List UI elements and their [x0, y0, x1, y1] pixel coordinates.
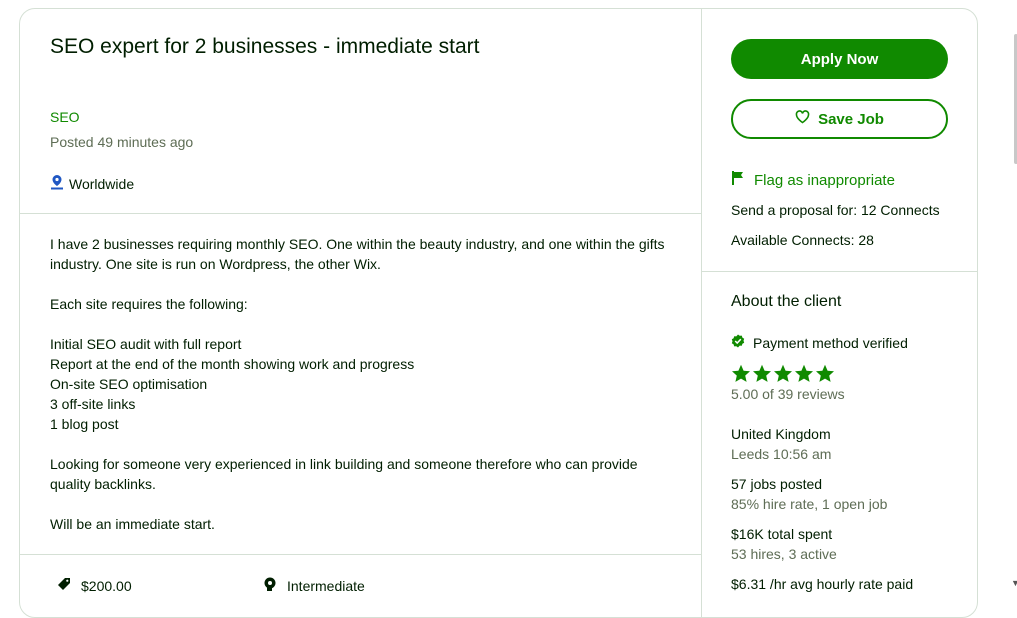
star-icon	[795, 364, 813, 382]
star-icon	[732, 364, 750, 382]
hire-rate: 85% hire rate, 1 open job	[731, 496, 888, 512]
job-sidebar: Apply Now Save Job Flag as inappropriate…	[702, 9, 977, 617]
avg-hourly-rate: $6.31 /hr avg hourly rate paid	[731, 576, 914, 592]
flag-label: Flag as inappropriate	[754, 171, 895, 189]
description-line: 3 off-site links	[50, 396, 136, 412]
job-details-card: SEO expert for 2 businesses - immediate …	[19, 8, 978, 618]
description-line: On-site SEO optimisation	[50, 376, 208, 392]
experience-item: Intermediate	[262, 576, 365, 595]
flag-icon	[731, 170, 745, 190]
description-line: Each site requires the following:	[50, 296, 248, 312]
budget-item: $200.00	[56, 576, 132, 595]
budget-value: $200.00	[81, 577, 132, 594]
job-title: SEO expert for 2 businesses - immediate …	[50, 35, 480, 58]
section-divider	[20, 554, 701, 555]
payment-verified-label: Payment method verified	[753, 334, 908, 351]
save-job-label: Save Job	[818, 110, 884, 128]
client-city-time: Leeds 10:56 am	[731, 446, 832, 462]
location-pin-icon	[50, 174, 64, 193]
about-client-heading: About the client	[731, 293, 842, 310]
total-spent: $16K total spent	[731, 526, 833, 542]
description-line: Looking for someone very experienced in …	[50, 456, 638, 492]
description-line: Report at the end of the month showing w…	[50, 356, 415, 372]
payment-verified: Payment method verified	[731, 334, 908, 351]
scroll-down-arrow-icon[interactable]: ▼	[1011, 578, 1017, 588]
description-line: 1 blog post	[50, 416, 119, 432]
location-label: Worldwide	[69, 175, 135, 192]
verified-badge-icon	[731, 334, 745, 351]
jobs-posted: 57 jobs posted	[731, 476, 823, 492]
description-line: I have 2 businesses requiring monthly SE…	[50, 236, 665, 272]
job-location: Worldwide	[50, 174, 134, 193]
reviews-summary: 5.00 of 39 reviews	[731, 386, 845, 402]
save-job-button[interactable]: Save Job	[731, 99, 948, 139]
posted-time: Posted 49 minutes ago	[50, 134, 194, 150]
star-icon	[753, 364, 771, 382]
job-description: I have 2 businesses requiring monthly SE…	[50, 234, 675, 534]
section-divider	[20, 213, 701, 214]
price-tag-icon	[56, 576, 72, 595]
available-connects: Available Connects: 28	[731, 232, 874, 248]
apply-now-button[interactable]: Apply Now	[731, 39, 948, 79]
job-main-column: SEO expert for 2 businesses - immediate …	[20, 9, 702, 617]
star-icon	[816, 364, 834, 382]
experience-brain-icon	[262, 576, 278, 595]
flag-inappropriate-link[interactable]: Flag as inappropriate	[731, 170, 895, 190]
description-line: Will be an immediate start.	[50, 516, 215, 532]
hires-summary: 53 hires, 3 active	[731, 546, 837, 562]
proposal-cost: Send a proposal for: 12 Connects	[731, 202, 940, 218]
client-rating-stars	[731, 364, 835, 383]
job-category-link[interactable]: SEO	[50, 109, 80, 125]
experience-level: Intermediate	[287, 577, 365, 594]
description-line: Initial SEO audit with full report	[50, 336, 242, 352]
sidebar-divider	[702, 271, 977, 272]
star-icon	[774, 364, 792, 382]
heart-icon	[795, 110, 810, 128]
client-country: United Kingdom	[731, 426, 831, 442]
